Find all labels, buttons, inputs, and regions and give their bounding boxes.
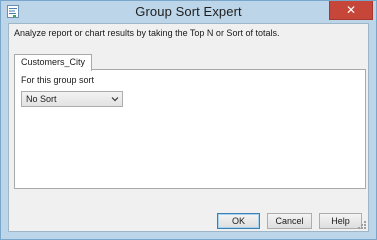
tab-panel: For this group sort No Sort bbox=[14, 69, 366, 189]
dialog-body: Analyze report or chart results by takin… bbox=[8, 23, 369, 232]
ok-button[interactable]: OK bbox=[217, 213, 260, 229]
dialog-window: Group Sort Expert ✕ Analyze report or ch… bbox=[0, 0, 377, 240]
description-text: Analyze report or chart results by takin… bbox=[14, 28, 280, 38]
close-icon: ✕ bbox=[345, 3, 357, 17]
chevron-down-icon bbox=[111, 97, 119, 102]
resize-grip-icon[interactable] bbox=[357, 220, 367, 230]
tab-customers-city[interactable]: Customers_City bbox=[14, 54, 93, 71]
help-button[interactable]: Help bbox=[319, 213, 362, 229]
group-sort-label: For this group sort bbox=[21, 75, 95, 85]
window-title: Group Sort Expert bbox=[135, 4, 242, 19]
close-button[interactable]: ✕ bbox=[329, 1, 373, 20]
cancel-button[interactable]: Cancel bbox=[267, 213, 312, 229]
group-sort-selected-value: No Sort bbox=[26, 94, 57, 104]
title-bar[interactable]: Group Sort Expert ✕ bbox=[1, 1, 376, 23]
group-sort-select[interactable]: No Sort bbox=[21, 91, 123, 107]
